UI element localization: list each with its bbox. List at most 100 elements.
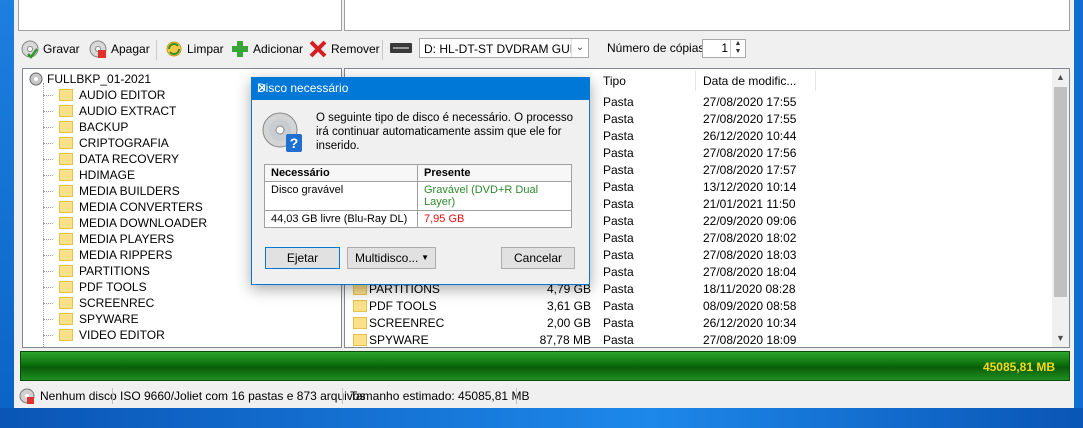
folder-icon <box>59 153 73 165</box>
stepper-arrows-icon[interactable]: ▲ ▼ <box>730 40 745 57</box>
drive-select[interactable]: D: HL-DT-ST DVDRAM GUE1N ⌄ <box>419 38 589 58</box>
row-type: Pasta <box>603 316 634 330</box>
row-type: Pasta <box>603 95 634 109</box>
tree-item[interactable]: MEDIA DOWNLOADER <box>43 215 207 231</box>
row-type: Pasta <box>603 146 634 160</box>
tree-item[interactable]: CRIPTOGRAFIA <box>43 135 169 151</box>
erase-label: Apagar <box>111 42 150 56</box>
chevron-down-icon[interactable]: ⌄ <box>571 39 588 57</box>
remove-x-icon <box>308 39 328 59</box>
folder-icon <box>59 89 73 101</box>
tree-item[interactable]: MEDIA CONVERTERS <box>43 199 203 215</box>
row-date: 27/08/2020 18:09 <box>703 333 797 347</box>
tree-item[interactable]: MEDIA RIPPERS <box>43 247 172 263</box>
tree-item[interactable]: AUDIO EDITOR <box>43 87 165 103</box>
tree-item[interactable]: AUDIO EXTRACT <box>43 103 176 119</box>
optical-drive-icon <box>390 40 412 56</box>
col-present-header: Presente <box>417 164 572 182</box>
tree-item[interactable]: HDIMAGE <box>43 167 135 183</box>
multidisc-label: Multidisco... <box>355 251 419 265</box>
tree-item-label: MEDIA CONVERTERS <box>79 200 203 214</box>
row-type: Pasta <box>603 282 634 296</box>
tree-root[interactable]: FULLBKP_01-2021 <box>29 71 151 87</box>
row1-required: Disco gravável <box>264 181 418 211</box>
row-date: 27/08/2020 18:04 <box>703 265 797 279</box>
copies-value: 1 <box>721 41 728 55</box>
row-type: Pasta <box>603 112 634 126</box>
refresh-icon <box>164 39 184 59</box>
folder-icon <box>353 300 367 312</box>
row-date: 26/12/2020 10:34 <box>703 316 797 330</box>
tree-item[interactable]: DATA RECOVERY <box>43 151 179 167</box>
column-separator[interactable] <box>815 71 816 91</box>
desktop-bottom-edge <box>0 408 1083 428</box>
tree-branch-line <box>43 238 53 240</box>
tree-item[interactable]: PARTITIONS <box>43 263 150 279</box>
erase-disc-icon <box>88 39 108 59</box>
list-row[interactable]: SCREENREC 2,00 GB Pasta 26/12/2020 10:34 <box>345 315 1045 332</box>
tree-item-label: MEDIA RIPPERS <box>79 248 173 262</box>
status-bar: Nenhum disco ISO 9660/Joliet com 16 past… <box>14 386 1074 406</box>
row-name: SPYWARE <box>369 333 429 347</box>
remove-button[interactable]: Remover <box>308 37 380 61</box>
column-header-modified[interactable]: Data de modific... <box>703 69 796 93</box>
erase-button[interactable]: Apagar <box>88 37 150 61</box>
cancel-button[interactable]: Cancelar <box>501 247 575 269</box>
add-button[interactable]: Adicionar <box>230 37 303 61</box>
tree-item[interactable]: SCREENREC <box>43 295 154 311</box>
tree-item[interactable]: VIDEO EDITOR <box>43 327 165 343</box>
scroll-up-icon[interactable]: ▲ <box>1052 69 1069 86</box>
drive-select-value: D: HL-DT-ST DVDRAM GUE1N <box>424 42 589 56</box>
row-type: Pasta <box>603 265 634 279</box>
burn-button[interactable]: Gravar <box>20 37 80 61</box>
row-type: Pasta <box>603 231 634 245</box>
copies-stepper[interactable]: 1 ▲ ▼ <box>702 39 746 58</box>
dropdown-arrow-icon: ▼ <box>421 253 429 262</box>
tree-item-label: SCREENREC <box>79 296 155 310</box>
row-date: 22/09/2020 09:06 <box>703 214 797 228</box>
desktop-left-edge <box>0 0 14 428</box>
row-type: Pasta <box>603 163 634 177</box>
disc-capacity-bar: 45085,81 MB <box>20 351 1070 381</box>
scroll-down-icon[interactable]: ▼ <box>1052 330 1069 347</box>
tree-branch-line <box>43 286 53 288</box>
multidisc-button[interactable]: Multidisco... ▼ <box>347 247 436 269</box>
tree-item[interactable]: SPYWARE <box>43 311 139 327</box>
tree-branch-line <box>43 222 53 224</box>
tree-branch-line <box>43 94 53 96</box>
tree-item[interactable]: PDF TOOLS <box>43 279 147 295</box>
capacity-value: 45085,81 MB <box>982 360 1055 374</box>
svg-text:?: ? <box>290 135 299 151</box>
eject-button[interactable]: Ejetar <box>265 247 340 269</box>
remove-label: Remover <box>331 42 380 56</box>
list-row[interactable]: PDF TOOLS 3,61 GB Pasta 08/09/2020 08:58 <box>345 298 1045 315</box>
folder-icon <box>59 265 73 277</box>
tree-item-label: SPYWARE <box>79 312 139 326</box>
tree-item[interactable]: BACKUP <box>43 119 128 135</box>
row-type: Pasta <box>603 214 634 228</box>
folder-icon <box>59 217 73 229</box>
toolbar-separator <box>382 40 383 60</box>
no-disc-icon <box>19 388 35 410</box>
row-type: Pasta <box>603 248 634 262</box>
tree-item[interactable]: MEDIA PLAYERS <box>43 231 174 247</box>
column-separator[interactable] <box>695 71 696 91</box>
close-icon[interactable]: ✕ <box>257 81 581 95</box>
disc-requirements-table: Necessário Presente Disco gravável Gravá… <box>264 164 572 228</box>
list-row[interactable]: SPYWARE 87,78 MB Pasta 27/08/2020 18:09 <box>345 332 1045 347</box>
add-plus-icon <box>230 39 250 59</box>
tree-item-label: CRIPTOGRAFIA <box>79 136 169 150</box>
tree-item[interactable]: MEDIA BUILDERS <box>43 183 180 199</box>
row-type: Pasta <box>603 180 634 194</box>
tree-branch-line <box>43 334 53 336</box>
burn-disc-icon <box>20 39 40 59</box>
tree-item-label: PARTITIONS <box>79 264 150 278</box>
clear-button[interactable]: Limpar <box>164 37 224 61</box>
status-separator <box>516 388 517 404</box>
tree-branch-line <box>43 302 53 304</box>
column-header-type[interactable]: Tipo <box>603 69 626 93</box>
scrollbar-thumb[interactable] <box>1054 87 1067 297</box>
vertical-scrollbar[interactable]: ▲ ▼ <box>1052 69 1069 347</box>
tree-item-label: MEDIA DOWNLOADER <box>79 216 208 230</box>
row1-present: Gravável (DVD+R Dual Layer) <box>417 181 572 211</box>
